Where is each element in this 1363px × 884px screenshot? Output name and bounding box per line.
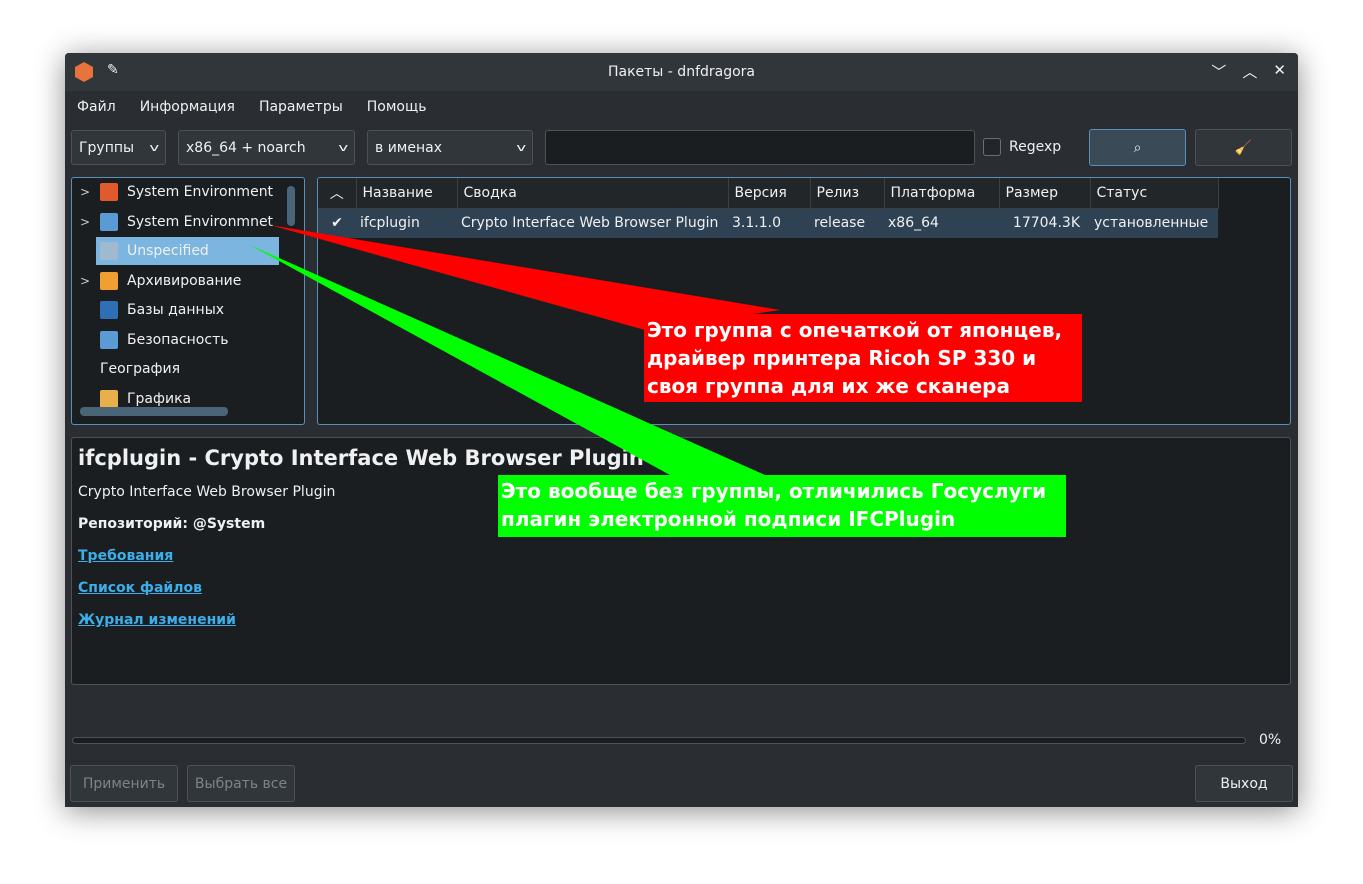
callout-line: драйвер принтера Ricoh SP 330 и: [647, 346, 1037, 370]
annotation-arrows: [250, 225, 780, 475]
callout-line: плагин электронной подписи IFCPlugin: [501, 507, 956, 531]
callout-line: Это группа с опечаткой от японцев,: [647, 318, 1063, 342]
callout-line: своя группа для их же сканера: [647, 374, 1010, 398]
green-callout: Это вообще без группы, отличились Госусл…: [498, 475, 1066, 537]
callout-line: Это вообще без группы, отличились Госусл…: [501, 479, 1047, 503]
red-callout: Это группа с опечаткой от японцев, драйв…: [644, 314, 1082, 402]
